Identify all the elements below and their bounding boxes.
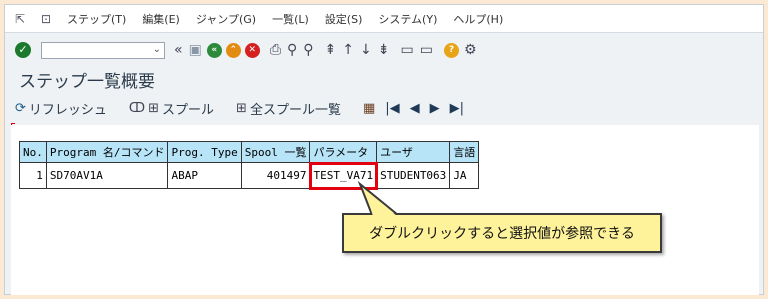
cell-parameter[interactable]: TEST_VA71	[308, 161, 378, 190]
col-program[interactable]: Program 名/コマンド	[45, 141, 169, 163]
standard-toolbar: ✓ ⌄ « ▣ « ⌃ ✕ ⎙ ⚲ ⚲ ⇞ ↑ ↓ ⇟ ▭ ▭ ? ⚙	[5, 35, 763, 65]
menu-settings[interactable]: 設定(S)	[325, 11, 363, 27]
layout-settings-icon[interactable]: ⚙	[464, 42, 477, 58]
save-icon[interactable]: ▣	[189, 42, 202, 58]
cell-prog-type[interactable]: ABAP	[167, 162, 242, 189]
cell-language[interactable]: JA	[449, 162, 480, 189]
all-spool-button[interactable]: ⊞ 全スプール一覧	[236, 99, 341, 118]
last-page-icon[interactable]: ⇟	[378, 42, 390, 58]
next-page-icon[interactable]: ↓	[360, 42, 372, 58]
cell-spool[interactable]: 401497	[240, 162, 311, 189]
table-row[interactable]: 1 SD70AV1A ABAP 401497 TEST_VA71 STUDENT…	[19, 161, 480, 190]
refresh-label: リフレッシュ	[28, 102, 107, 118]
glasses-icon: ↀ	[128, 100, 146, 116]
menu-jump[interactable]: ジャンプ(G)	[196, 11, 256, 27]
grid-icon[interactable]: ▦	[363, 101, 375, 116]
table-header-row: No. Program 名/コマンド Prog. Type Spool 一覧 パ…	[19, 141, 480, 163]
enter-check-icon[interactable]: ✓	[15, 42, 31, 58]
chevron-down-icon[interactable]: ⌄	[153, 44, 161, 55]
refresh-icon: ⟳	[15, 100, 26, 116]
col-prog-type[interactable]: Prog. Type	[167, 141, 242, 163]
menu-system[interactable]: システム(Y)	[378, 11, 437, 27]
all-spool-icon: ⊞	[236, 100, 247, 116]
command-field[interactable]: ⌄	[41, 41, 165, 59]
col-parameter[interactable]: パラメータ	[309, 141, 378, 163]
spool-label: スプール	[162, 102, 215, 118]
cell-user[interactable]: STUDENT063	[376, 162, 451, 189]
menu-list[interactable]: 一覧(L)	[272, 11, 309, 27]
last-icon[interactable]: ▶|	[450, 101, 464, 116]
callout-text: ダブルクリックすると選択値が参照できる	[369, 226, 635, 242]
menu-bar: ⇱ ⊡ ステップ(T) 編集(E) ジャンプ(G) 一覧(L) 設定(S) シス…	[5, 5, 763, 33]
new-session-icon[interactable]: ▭	[400, 42, 413, 58]
double-left-icon[interactable]: «	[174, 42, 183, 58]
first-page-icon[interactable]: ⇞	[325, 42, 337, 58]
menu-step[interactable]: ステップ(T)	[67, 11, 126, 27]
prev-page-icon[interactable]: ↑	[342, 42, 354, 58]
list-area: No. Program 名/コマンド Prog. Type Spool 一覧 パ…	[11, 125, 759, 295]
find-next-icon[interactable]: ⚲	[303, 42, 313, 58]
next-icon[interactable]: ▶	[430, 101, 440, 116]
first-icon[interactable]: |◀	[385, 101, 399, 116]
cancel-icon[interactable]: ✕	[244, 42, 260, 58]
previous-icon[interactable]: ◀	[410, 101, 420, 116]
spool-icon: ⊞	[148, 100, 160, 116]
help-icon[interactable]: ?	[443, 42, 459, 58]
step-table: No. Program 名/コマンド Prog. Type Spool 一覧 パ…	[19, 141, 480, 190]
page-title: ステップ一覧概要	[19, 72, 155, 92]
system-icon[interactable]: ⊡	[41, 13, 53, 25]
exit-up-icon[interactable]: ⌃	[225, 42, 241, 58]
refresh-button[interactable]: ⟳ リフレッシュ	[15, 99, 107, 118]
col-spool[interactable]: Spool 一覧	[240, 141, 311, 163]
shortcut-icon[interactable]: ▭	[420, 42, 433, 58]
spool-button[interactable]: ↀ ⊞ スプール	[129, 99, 214, 118]
cell-no[interactable]: 1	[19, 162, 47, 189]
col-language[interactable]: 言語	[449, 141, 480, 163]
menu-edit[interactable]: 編集(E)	[142, 11, 180, 27]
find-icon[interactable]: ⚲	[287, 42, 297, 58]
back-icon[interactable]: «	[206, 42, 222, 58]
exit-icon[interactable]: ⇱	[15, 13, 27, 25]
application-toolbar: ⟳ リフレッシュ ↀ ⊞ スプール ⊞ 全スプール一覧 ▦ |◀ ◀ ▶ ▶|	[15, 97, 474, 119]
col-user[interactable]: ユーザ	[376, 141, 451, 163]
annotation-callout: ダブルクリックすると選択値が参照できる	[342, 213, 662, 253]
all-spool-label: 全スプール一覧	[249, 102, 341, 118]
col-no[interactable]: No.	[19, 141, 47, 163]
cell-program[interactable]: SD70AV1A	[45, 162, 169, 189]
print-icon[interactable]: ⎙	[270, 42, 281, 58]
menu-help[interactable]: ヘルプ(H)	[453, 11, 503, 27]
